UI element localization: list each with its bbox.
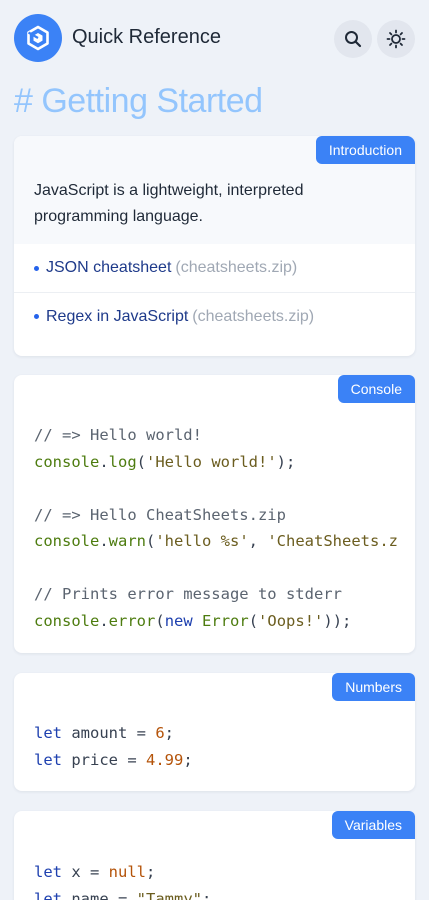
sun-icon [386,29,406,49]
link-label[interactable]: Regex in JavaScript [46,308,188,326]
code-comment: // => Hello CheatSheets.zip [34,505,286,524]
variables-card: Variables let x = null; let name = "Tammy… [14,811,415,900]
code-punct: ; [183,750,193,769]
numbers-card: Numbers let amount = 6; let price = 4.99; [14,673,415,791]
code-punct: . [99,611,109,630]
cube-logo-icon[interactable] [14,14,62,62]
code-line: console.warn('hello %s', 'CheatSheets.zi… [34,528,397,555]
introduction-card: JavaScript is a lightweight, interpreted… [14,136,415,356]
console-card: Console // => Hello world! console.log('H… [14,375,415,653]
code-blank-line: ​ [34,555,397,582]
code-punct: ( [248,611,259,630]
search-button[interactable] [334,20,372,58]
theme-toggle-button[interactable] [377,20,415,58]
section-tag-numbers: Numbers [332,673,415,701]
code-punct: . [99,532,109,550]
code-line: console.error(new Error('Oops!')); [34,608,397,635]
code-line: let price = 4.99; [34,747,397,774]
code-line: // Prints error message to stderr [34,581,397,608]
app-title: Quick Reference [72,26,221,48]
code-punct: ; [201,889,212,900]
link-note: (cheatsheets.zip) [192,307,315,325]
code-punct: )); [323,611,352,630]
code-method: warn [108,532,146,550]
code-string: 'CheatSheets.zip' [267,532,397,550]
section-tag-variables: Variables [331,811,415,839]
code-comment: // => Hello world! [34,426,202,444]
code-line: // => Hello CheatSheets.zip [34,502,397,529]
code-blank-line: ​ [34,475,397,502]
code-keyword: let [34,724,62,742]
code-object: console [34,611,100,630]
link-item-regex[interactable]: Regex in JavaScript (cheatsheets.zip) [14,292,415,340]
code-punct: , [248,532,268,550]
link-list: JSON cheatsheet (cheatsheets.zip) Regex … [14,244,415,340]
code-string: 'hello %s' [155,532,249,550]
bullet-icon [34,265,39,271]
code-punct: ( [155,611,165,630]
code-comment: // Prints error message to stderr [34,585,342,603]
code-identifier: x = [62,863,109,881]
link-label[interactable]: JSON cheatsheet [46,259,171,277]
code-punct: . [99,452,109,471]
code-punct: ; [164,724,175,742]
code-line: // => Hello world! [34,422,397,449]
code-object: console [34,452,100,471]
code-punct: ( [146,532,156,550]
code-line: let amount = 6; [34,720,397,747]
code-identifier: amount = [62,724,156,742]
code-string: 'Oops!' [258,611,324,630]
code-method: log [108,452,137,471]
code-class: Error [202,611,249,630]
code-keyword: new [164,611,193,630]
code-keyword: let [34,863,62,881]
code-identifier: price = [62,750,146,769]
search-icon [345,31,362,48]
variables-code-block: let x = null; let name = "Tammy"; [34,859,397,900]
code-identifier: name = [62,889,137,900]
bullet-icon [34,314,39,319]
code-object: console [34,532,100,550]
code-punct: ); [276,452,296,471]
code-punct: ( [136,452,147,471]
page-heading: # Getting Started [14,82,263,120]
code-line: let x = null; [34,859,397,886]
numbers-code-block: let amount = 6; let price = 4.99; [34,720,397,773]
code-number: 6 [155,724,165,742]
code-line: console.log('Hello world!'); [34,449,397,476]
code-string: 'Hello world!' [146,452,277,471]
code-number: 4.99 [146,750,184,769]
link-note: (cheatsheets.zip) [175,259,298,276]
app-header: Quick Reference [0,0,429,78]
code-value: null [108,863,146,881]
code-keyword: let [34,889,62,900]
console-code-block: // => Hello world! console.log('Hello wor… [34,422,397,634]
section-tag-console: Console [337,375,415,403]
code-line: let name = "Tammy"; [34,886,397,900]
section-tag-introduction: Introduction [315,136,415,164]
code-punct: ; [146,863,156,881]
code-keyword: let [34,750,62,769]
code-string: "Tammy" [136,889,202,900]
link-item-json[interactable]: JSON cheatsheet (cheatsheets.zip) [14,244,415,292]
code-method: error [108,611,156,630]
